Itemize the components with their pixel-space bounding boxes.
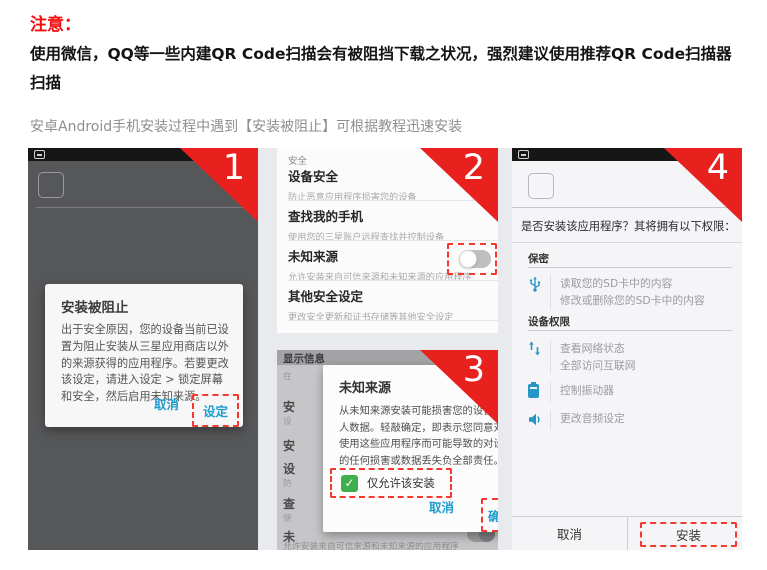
divider [288, 320, 498, 321]
dimmed-subtitle-line: 允许安装来自可信来源和未知来源的应用程序 [283, 539, 459, 550]
step-corner-ribbon: 4 [664, 148, 742, 222]
highlight-box: 确定 [481, 498, 498, 532]
tutorial-page: 注意： 使用微信，QQ等一些内建QR Code扫描会有被阻挡下载之状况，强烈建议… [0, 0, 767, 570]
app-icon-placeholder [38, 172, 64, 198]
settings-button[interactable]: 设定 [203, 401, 228, 420]
permission-row-audio: 更改音频设定 [528, 410, 734, 430]
dimmed-fragment: 在 [283, 369, 292, 382]
dimmed-fragment: 查 [283, 495, 295, 512]
screenshot-strip: 1 4G 7: 安装被阻止 出于安全原因，您的设备当前已设置为阻止安装从三星应用… [28, 148, 742, 550]
section-title-device: 设备权限 [528, 314, 570, 329]
permission-text: 更改音频设定 [560, 410, 625, 427]
checkbox-label: 仅允许该安装 [367, 475, 435, 491]
confirm-button[interactable]: 确定 [488, 506, 498, 525]
network-arrows-icon [528, 340, 550, 374]
install-button[interactable]: 安装 [676, 525, 701, 544]
speaker-icon [528, 410, 550, 430]
divider [288, 280, 498, 281]
settings-item-find-my-phone[interactable]: 查找我的手机 使用您的三星账户远程查找并控制设备 [288, 206, 490, 243]
install-blocked-dialog: 安装被阻止 出于安全原因，您的设备当前已设置为阻止安装从三星应用商店以外的来源获… [45, 284, 243, 427]
dimmed-fragment: 防 [283, 476, 292, 489]
tutorial-subtitle: 安卓Android手机安装过程中遇到【安装被阻止】可根据教程迅速安装 [30, 116, 462, 136]
dimmed-fragment: 安 [283, 398, 295, 415]
step4-phone-screenshot: 1 4G 7: 是否安装该应用程序？其将拥有以下权限： 保密 [512, 148, 742, 550]
permission-text: 查看网络状态 [560, 340, 636, 357]
divider [36, 207, 250, 208]
step-number: 1 [223, 149, 245, 188]
step1-phone-screenshot: 1 4G 7: 安装被阻止 出于安全原因，您的设备当前已设置为阻止安装从三星应用… [28, 148, 258, 550]
dimmed-fragment: 安 [283, 437, 295, 454]
sd-card-icon [518, 150, 529, 159]
step3-phone-screenshot: 显示信息 在 安 设 安 设 防 查 使 未 允许安装来自可信来源和未知来源的应… [277, 350, 498, 550]
permission-text: 读取您的SD卡中的内容 [560, 275, 705, 292]
highlight-box [447, 243, 497, 275]
dimmed-header-text: 显示信息 [283, 351, 325, 366]
divider [550, 340, 551, 374]
permission-text: 全部访问互联网 [560, 357, 636, 374]
install-prompt: 是否安装该应用程序？其将拥有以下权限： [521, 218, 736, 234]
dimmed-fragment: 使 [283, 511, 292, 524]
divider [550, 410, 551, 430]
permission-row-network: 查看网络状态 全部访问互联网 [528, 340, 734, 374]
usb-icon [528, 275, 550, 309]
highlight-box: 设定 [192, 394, 239, 427]
app-icon-placeholder [528, 173, 554, 199]
cancel-button[interactable]: 取消 [512, 516, 627, 550]
item-title: 查找我的手机 [288, 206, 490, 225]
divider [627, 516, 628, 550]
warning-label: 注意： [30, 10, 81, 35]
divider [528, 330, 732, 331]
sd-card-icon [34, 150, 45, 159]
cancel-button[interactable]: 取消 [154, 394, 179, 413]
step-number: 2 [463, 149, 485, 188]
divider [512, 207, 742, 208]
highlight-box: 安装 [640, 522, 737, 547]
dimmed-fragment: 设 [283, 460, 295, 477]
divider [550, 382, 551, 402]
permission-text: 控制振动器 [560, 382, 614, 399]
highlight-box: ✓ 仅允许该安装 [330, 468, 452, 498]
permission-row-storage: 读取您的SD卡中的内容 修改或删除您的SD卡中的内容 [528, 275, 734, 309]
divider [550, 275, 551, 309]
cancel-button[interactable]: 取消 [429, 497, 454, 516]
step2-phone-screenshot: 安全 设备安全 防止恶意应用程序损害您的设备 查找我的手机 使用您的三星账户远程… [277, 148, 498, 333]
permission-row-vibration: 控制振动器 [528, 382, 734, 402]
dialog-body: 从未知来源安装可能损害您的设备和个人数据。轻敲确定，即表示您同意对因使用这些应用… [339, 403, 498, 470]
dimmed-fragment: 设 [283, 414, 292, 427]
divider [288, 200, 498, 201]
item-title: 其他安全设定 [288, 286, 490, 305]
divider [288, 240, 498, 241]
divider [512, 242, 742, 243]
permission-text: 修改或删除您的SD卡中的内容 [560, 292, 705, 309]
step-number: 3 [463, 351, 485, 390]
screen-title: 安全 [288, 153, 307, 167]
section-title-privacy: 保密 [528, 251, 549, 266]
battery-icon [528, 382, 550, 402]
warning-text: 使用微信，QQ等一些内建QR Code扫描会有被阻挡下载之状况，强烈建议使用推荐… [30, 40, 744, 97]
dialog-title: 未知来源 [339, 377, 391, 396]
dialog-title: 安装被阻止 [61, 296, 129, 316]
step-number: 4 [707, 149, 729, 188]
checkbox-checked-icon[interactable]: ✓ [341, 475, 358, 492]
divider [528, 267, 732, 268]
settings-item-other-security[interactable]: 其他安全设定 更改安全更新和证书存储等其他安全设定 [288, 286, 490, 323]
